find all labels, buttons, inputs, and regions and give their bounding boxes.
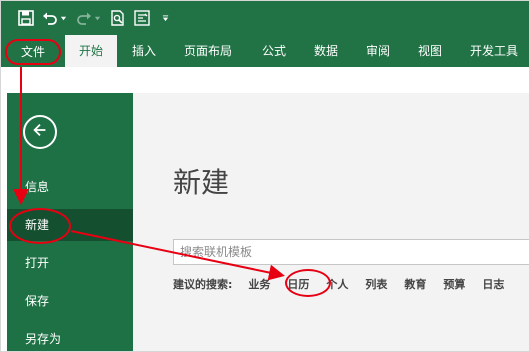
suggested-keyword-calendar[interactable]: 日历 xyxy=(287,276,309,292)
print-preview-icon[interactable] xyxy=(109,9,127,27)
tab-home[interactable]: 开始 xyxy=(65,35,117,67)
back-button[interactable] xyxy=(23,115,57,149)
nav-save[interactable]: 保存 xyxy=(7,285,133,317)
tab-file[interactable]: 文件 xyxy=(5,39,61,65)
suggested-searches-label: 建议的搜索: xyxy=(173,278,233,291)
suggested-keyword-education[interactable]: 教育 xyxy=(404,276,426,292)
tab-insert[interactable]: 插入 xyxy=(121,35,167,67)
tab-review[interactable]: 审阅 xyxy=(355,35,401,67)
quick-access-toolbar xyxy=(17,8,177,28)
suggested-keyword-budget[interactable]: 预算 xyxy=(443,276,465,292)
backstage-nav: 信息 新建 打开 保存 另存为 xyxy=(7,93,133,351)
tab-view[interactable]: 视图 xyxy=(407,35,453,67)
excel-window: 文件 开始 插入 页面布局 公式 数据 审阅 视图 开发工具 信息 新建 打开 … xyxy=(0,0,530,352)
search-input[interactable] xyxy=(174,240,529,264)
suggested-searches: 建议的搜索: 业务 日历 个人 列表 教育 预算 日志 xyxy=(173,275,504,293)
suggested-keyword-journal[interactable]: 日志 xyxy=(482,276,504,292)
page-title: 新建 xyxy=(173,166,230,199)
back-arrow-icon xyxy=(31,121,49,143)
nav-info[interactable]: 信息 xyxy=(7,171,133,203)
touch-mode-icon[interactable] xyxy=(133,9,151,27)
ribbon-collapsed-area xyxy=(1,67,529,93)
save-icon[interactable] xyxy=(17,9,35,27)
nav-save-as[interactable]: 另存为 xyxy=(7,323,133,351)
backstage-content: 新建 建议的搜索: 业务 日历 个人 列表 教育 预算 日志 xyxy=(133,93,529,351)
suggested-keyword-list[interactable]: 列表 xyxy=(365,276,387,292)
template-search-box[interactable] xyxy=(173,239,529,265)
nav-open[interactable]: 打开 xyxy=(7,247,133,279)
redo-icon[interactable] xyxy=(75,9,93,27)
redo-dropdown-icon[interactable] xyxy=(93,9,101,27)
undo-dropdown-icon[interactable] xyxy=(59,9,67,27)
tab-page-layout[interactable]: 页面布局 xyxy=(173,35,243,67)
suggested-keyword-personal[interactable]: 个人 xyxy=(326,276,348,292)
nav-new[interactable]: 新建 xyxy=(7,209,133,241)
ribbon-body xyxy=(1,67,529,93)
customize-qat-icon[interactable] xyxy=(161,9,169,27)
undo-icon[interactable] xyxy=(41,9,59,27)
tab-formulas[interactable]: 公式 xyxy=(251,35,297,67)
tab-developer[interactable]: 开发工具 xyxy=(461,35,527,67)
suggested-keyword-business[interactable]: 业务 xyxy=(248,276,270,292)
tab-data[interactable]: 数据 xyxy=(303,35,349,67)
ribbon-tabs: 文件 开始 插入 页面布局 公式 数据 审阅 视图 开发工具 xyxy=(1,35,529,67)
title-bar xyxy=(1,1,529,35)
